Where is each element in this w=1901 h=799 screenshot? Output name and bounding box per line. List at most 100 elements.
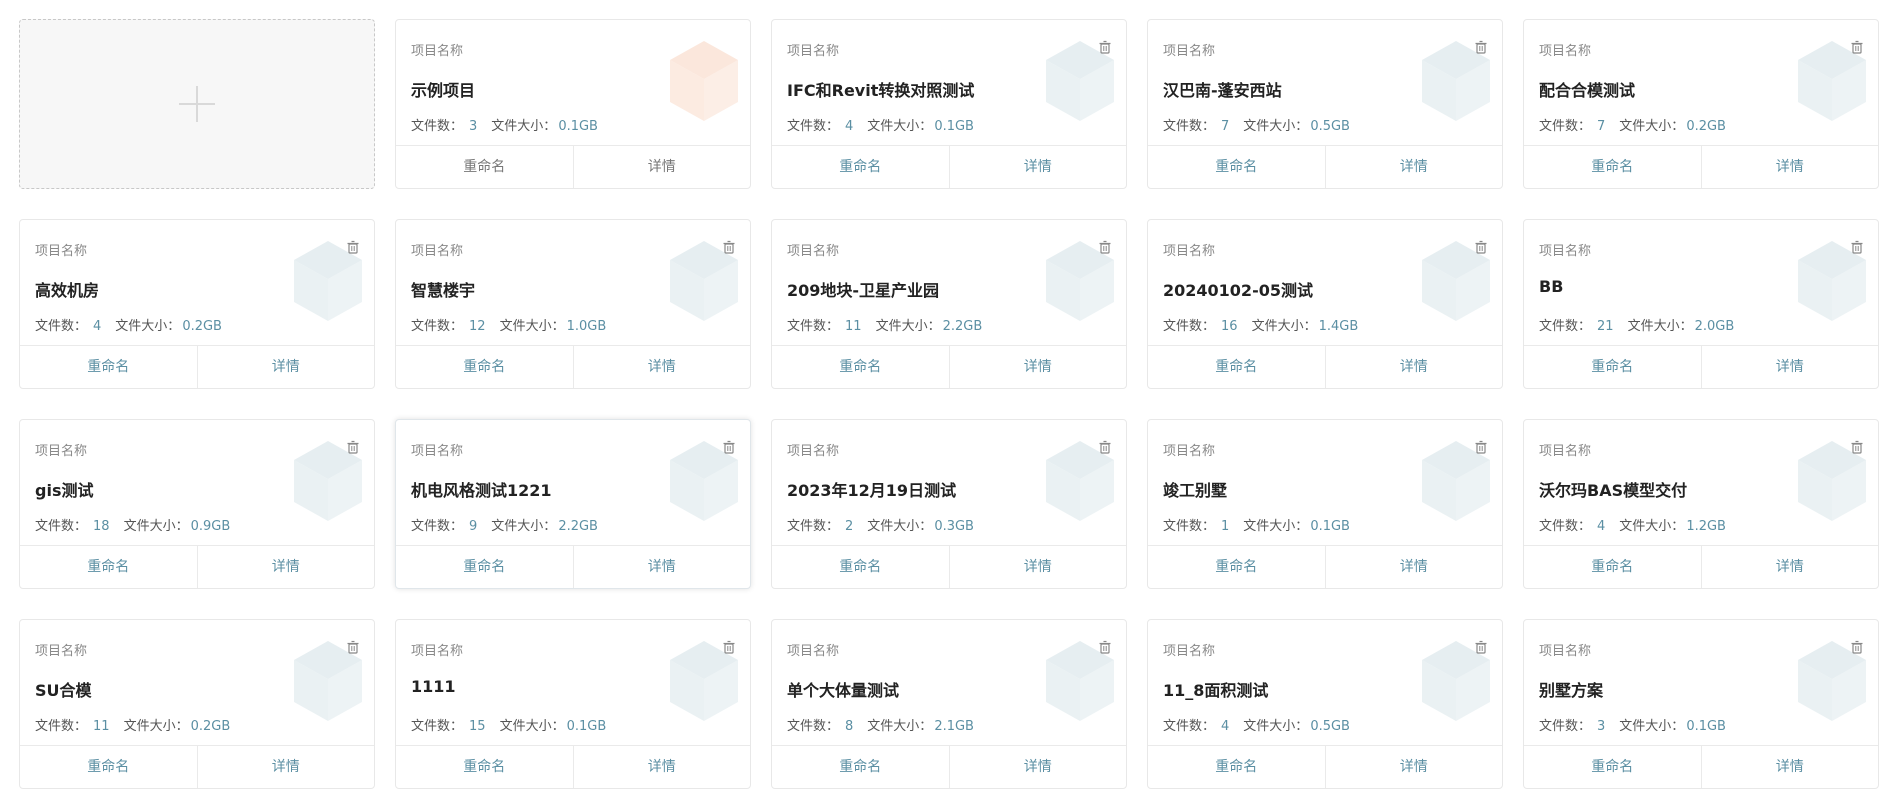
rename-button[interactable]: 重命名 <box>772 146 949 188</box>
project-card-body[interactable]: 项目名称 1111 文件数： 15 文件大小： 0.1GB <box>396 620 750 746</box>
project-card[interactable]: 项目名称 别墅方案 文件数： 3 文件大小： 0.1GB 重命名 详情 <box>1523 619 1879 789</box>
rename-button[interactable]: 重命名 <box>1148 146 1325 188</box>
project-card-body[interactable]: 项目名称 竣工别墅 文件数： 1 文件大小： 0.1GB <box>1148 420 1502 546</box>
details-button[interactable]: 详情 <box>948 346 1127 388</box>
project-card-body[interactable]: 项目名称 2023年12月19日测试 文件数： 2 文件大小： 0.3GB <box>772 420 1126 546</box>
card-footer: 重命名 详情 <box>396 545 750 588</box>
trash-icon[interactable] <box>1098 640 1112 654</box>
add-project-button[interactable] <box>19 19 375 189</box>
trash-icon[interactable] <box>1850 240 1864 254</box>
project-stats: 文件数： 1 文件大小： 0.1GB <box>1163 515 1350 534</box>
details-button[interactable]: 详情 <box>1700 546 1879 588</box>
trash-icon[interactable] <box>1474 240 1488 254</box>
details-button[interactable]: 详情 <box>1324 346 1503 388</box>
project-card-body[interactable]: 项目名称 209地块-卫星产业园 文件数： 11 文件大小： 2.2GB <box>772 220 1126 346</box>
project-card[interactable]: 项目名称 汉巴南-蓬安西站 文件数： 7 文件大小： 0.5GB 重命名 详情 <box>1147 19 1503 189</box>
trash-icon[interactable] <box>1474 640 1488 654</box>
trash-icon[interactable] <box>1850 640 1864 654</box>
project-card-body[interactable]: 项目名称 11_8面积测试 文件数： 4 文件大小： 0.5GB <box>1148 620 1502 746</box>
details-button[interactable]: 详情 <box>572 546 751 588</box>
project-card[interactable]: 项目名称 配合合模测试 文件数： 7 文件大小： 0.2GB 重命名 详情 <box>1523 19 1879 189</box>
trash-icon[interactable] <box>1850 440 1864 454</box>
trash-icon[interactable] <box>346 640 360 654</box>
project-card[interactable]: 项目名称 2023年12月19日测试 文件数： 2 文件大小： 0.3GB 重命名 详… <box>771 419 1127 589</box>
details-button[interactable]: 详情 <box>1700 146 1879 188</box>
project-card[interactable]: 项目名称 SU合模 文件数： 11 文件大小： 0.2GB 重命名 详情 <box>19 619 375 789</box>
rename-button[interactable]: 重命名 <box>1524 546 1701 588</box>
details-button[interactable]: 详情 <box>1700 746 1879 788</box>
project-card-body[interactable]: 项目名称 高效机房 文件数： 4 文件大小： 0.2GB <box>20 220 374 346</box>
rename-button[interactable]: 重命名 <box>1524 346 1701 388</box>
trash-icon[interactable] <box>1098 440 1112 454</box>
project-card[interactable]: 项目名称 高效机房 文件数： 4 文件大小： 0.2GB 重命名 详情 <box>19 219 375 389</box>
trash-icon[interactable] <box>722 640 736 654</box>
project-card[interactable]: 项目名称 1111 文件数： 15 文件大小： 0.1GB 重命名 详情 <box>395 619 751 789</box>
project-card-body[interactable]: 项目名称 gis测试 文件数： 18 文件大小： 0.9GB <box>20 420 374 546</box>
project-card[interactable]: 项目名称 20240102-05测试 文件数： 16 文件大小： 1.4GB 重命名 … <box>1147 219 1503 389</box>
file-count-value: 4 <box>1221 719 1230 734</box>
rename-button[interactable]: 重命名 <box>772 746 949 788</box>
trash-icon[interactable] <box>1098 240 1112 254</box>
rename-button[interactable]: 重命名 <box>1524 146 1701 188</box>
project-card-body[interactable]: 项目名称 SU合模 文件数： 11 文件大小： 0.2GB <box>20 620 374 746</box>
details-button[interactable]: 详情 <box>1700 346 1879 388</box>
project-card[interactable]: 项目名称 209地块-卫星产业园 文件数： 11 文件大小： 2.2GB 重命名 详情 <box>771 219 1127 389</box>
project-card[interactable]: 项目名称 机电风格测试1221 文件数： 9 文件大小： 2.2GB 重命名 详情 <box>395 419 751 589</box>
rename-button[interactable]: 重命名 <box>1148 346 1325 388</box>
project-card-body[interactable]: 项目名称 智慧楼宇 文件数： 12 文件大小： 1.0GB <box>396 220 750 346</box>
project-card-body[interactable]: 项目名称 汉巴南-蓬安西站 文件数： 7 文件大小： 0.5GB <box>1148 20 1502 146</box>
trash-icon[interactable] <box>346 240 360 254</box>
project-card[interactable]: 项目名称 竣工别墅 文件数： 1 文件大小： 0.1GB 重命名 详情 <box>1147 419 1503 589</box>
rename-button[interactable]: 重命名 <box>396 746 573 788</box>
rename-button[interactable]: 重命名 <box>1524 746 1701 788</box>
details-button[interactable]: 详情 <box>948 546 1127 588</box>
details-button[interactable]: 详情 <box>1324 746 1503 788</box>
trash-icon[interactable] <box>722 240 736 254</box>
rename-button[interactable]: 重命名 <box>20 746 197 788</box>
details-button[interactable]: 详情 <box>196 546 375 588</box>
project-card-body[interactable]: 项目名称 配合合模测试 文件数： 7 文件大小： 0.2GB <box>1524 20 1878 146</box>
trash-icon[interactable] <box>346 440 360 454</box>
rename-button[interactable]: 重命名 <box>20 546 197 588</box>
details-button[interactable]: 详情 <box>948 146 1127 188</box>
project-card-body[interactable]: 项目名称 20240102-05测试 文件数： 16 文件大小： 1.4GB <box>1148 220 1502 346</box>
rename-button[interactable]: 重命名 <box>396 546 573 588</box>
trash-icon[interactable] <box>1850 40 1864 54</box>
details-button[interactable]: 详情 <box>196 346 375 388</box>
details-button[interactable]: 详情 <box>1324 146 1503 188</box>
project-card-body[interactable]: 项目名称 BB 文件数： 21 文件大小： 2.0GB <box>1524 220 1878 346</box>
project-card[interactable]: 项目名称 IFC和Revit转换对照测试 文件数： 4 文件大小： 0.1GB 重命名… <box>771 19 1127 189</box>
project-card[interactable]: 项目名称 BB 文件数： 21 文件大小： 2.0GB 重命名 详情 <box>1523 219 1879 389</box>
project-card[interactable]: 项目名称 gis测试 文件数： 18 文件大小： 0.9GB 重命名 详情 <box>19 419 375 589</box>
details-button[interactable]: 详情 <box>1324 546 1503 588</box>
trash-icon[interactable] <box>1098 40 1112 54</box>
details-button[interactable]: 详情 <box>196 746 375 788</box>
rename-button[interactable]: 重命名 <box>1148 546 1325 588</box>
rename-button[interactable]: 重命名 <box>772 346 949 388</box>
project-card-body[interactable]: 项目名称 机电风格测试1221 文件数： 9 文件大小： 2.2GB <box>396 420 750 546</box>
trash-icon[interactable] <box>1474 40 1488 54</box>
project-card[interactable]: 项目名称 单个大体量测试 文件数： 8 文件大小： 2.1GB 重命名 详情 <box>771 619 1127 789</box>
project-card[interactable]: 项目名称 沃尔玛BAS模型交付 文件数： 4 文件大小： 1.2GB 重命名 详情 <box>1523 419 1879 589</box>
rename-button[interactable]: 重命名 <box>20 346 197 388</box>
project-card[interactable]: 项目名称 11_8面积测试 文件数： 4 文件大小： 0.5GB 重命名 详情 <box>1147 619 1503 789</box>
rename-button[interactable]: 重命名 <box>772 546 949 588</box>
file-count-label: 文件数： <box>411 319 464 334</box>
details-button[interactable]: 详情 <box>948 746 1127 788</box>
project-card[interactable]: 项目名称 智慧楼宇 文件数： 12 文件大小： 1.0GB 重命名 详情 <box>395 219 751 389</box>
project-card-body[interactable]: 项目名称 单个大体量测试 文件数： 8 文件大小： 2.1GB <box>772 620 1126 746</box>
trash-icon[interactable] <box>1474 440 1488 454</box>
details-button[interactable]: 详情 <box>572 746 751 788</box>
details-button[interactable]: 详情 <box>572 346 751 388</box>
rename-button[interactable]: 重命名 <box>396 146 573 188</box>
trash-icon[interactable] <box>722 440 736 454</box>
project-card-body[interactable]: 项目名称 别墅方案 文件数： 3 文件大小： 0.1GB <box>1524 620 1878 746</box>
details-button[interactable]: 详情 <box>572 146 751 188</box>
rename-button[interactable]: 重命名 <box>396 346 573 388</box>
rename-button[interactable]: 重命名 <box>1148 746 1325 788</box>
project-stats: 文件数： 4 文件大小： 0.5GB <box>1163 715 1350 734</box>
project-card-body[interactable]: 项目名称 IFC和Revit转换对照测试 文件数： 4 文件大小： 0.1GB <box>772 20 1126 146</box>
project-card-body[interactable]: 项目名称 沃尔玛BAS模型交付 文件数： 4 文件大小： 1.2GB <box>1524 420 1878 546</box>
project-card[interactable]: 项目名称 示例项目 文件数： 3 文件大小： 0.1GB 重命名 详情 <box>395 19 751 189</box>
project-card-body[interactable]: 项目名称 示例项目 文件数： 3 文件大小： 0.1GB <box>396 20 750 146</box>
